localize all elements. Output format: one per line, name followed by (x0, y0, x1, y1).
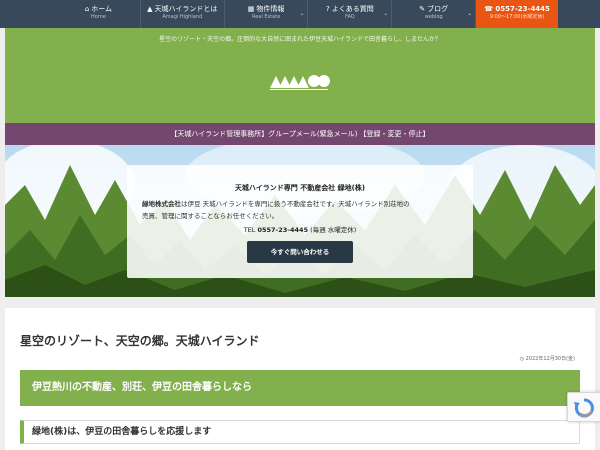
phone-icon: ☎ (484, 5, 493, 13)
nav-item-home-label-row: ⌂ ホーム (57, 0, 140, 14)
nav-item-blog-sub: weblog (424, 14, 443, 20)
company-card-desc-line2: 売買、管理に関することならお任せください。 (142, 212, 279, 220)
nav-item-faq[interactable]: ? よくある質問 FAQ ⌄ (308, 0, 393, 28)
company-desc-rest: は伊豆 天城ハイランドを専門に扱う不動産会社です。天城ハイランド別荘地の (181, 200, 410, 208)
group-mail-link[interactable]: 【天城ハイランド管理事務所】グループメール(緊急メール) 【登録・変更・停止】 (5, 123, 595, 145)
nav-item-real-estate-label-row: ▦ 物件情報 (225, 0, 308, 14)
nav-item-faq-label-row: ? よくある質問 (308, 0, 391, 14)
nav-phone-label-row: ☎ 0557-23-4445 (476, 0, 558, 14)
nav-item-faq-sub: FAQ (345, 14, 355, 20)
chevron-down-icon[interactable]: ⌄ (467, 10, 472, 17)
recaptcha-badge[interactable] (567, 392, 600, 422)
nav-item-home-sub: Home (91, 14, 106, 20)
top-navigation: ⌂ ホーム Home ▲ 天城ハイランドとは Amagi Highland ▦ 物件情… (0, 0, 600, 28)
nav-item-amagi-label: 天城ハイランドとは (154, 5, 218, 13)
hero-banner: 天城ハイランド専門 不動産会社 緑地(株) 緑地株式会社は伊豆 天城ハイランドを… (5, 145, 595, 297)
building-icon: ▦ (247, 5, 255, 13)
nav-item-real-estate-sub: Real Estate (251, 14, 281, 20)
nav-phone-hours: 9:00～17:00(水曜定休) (489, 14, 545, 20)
page-title: 星空のリゾート、天空の郷。天城ハイランド (20, 334, 260, 348)
nav-phone-number: 0557-23-4445 (495, 5, 550, 13)
company-card-title: 天城ハイランド専門 不動産会社 緑地(株) (234, 184, 366, 192)
company-card-desc-line1: 緑地株式会社は伊豆 天城ハイランドを専門に扱う不動産会社です。天城ハイランド別荘… (142, 199, 462, 209)
nav-item-real-estate[interactable]: ▦ 物件情報 Real Estate ⌄ (225, 0, 309, 28)
tel-number[interactable]: 0557-23-4445 (257, 226, 308, 234)
nav-item-real-estate-label: 物件情報 (256, 5, 285, 13)
nav-item-home[interactable]: ⌂ ホーム Home (57, 0, 141, 28)
company-card-tel: TEL 0557-23-4445 (毎週 水曜定休) (127, 224, 473, 234)
section-heading-green: 伊豆熱川の不動産、別荘、伊豆の田舎暮らしなら (20, 370, 580, 406)
chevron-down-icon[interactable]: ⌄ (299, 10, 304, 17)
chevron-down-icon[interactable]: ⌄ (383, 10, 388, 17)
tree-icon: ▲ (147, 5, 153, 13)
nav-item-blog[interactable]: ✎ ブログ weblog ⌄ (392, 0, 477, 28)
company-info-card: 天城ハイランド専門 不動産会社 緑地(株) 緑地株式会社は伊豆 天城ハイランドを… (127, 165, 473, 278)
section-subheading: 緑地(株)は、伊豆の田舎暮らしを応援します (20, 420, 580, 444)
nav-phone-button[interactable]: ☎ 0557-23-4445 9:00～17:00(水曜定休) (476, 0, 559, 28)
recaptcha-icon (574, 398, 594, 418)
nav-item-amagi-sub: Amagi Highland (162, 14, 203, 20)
nav-item-faq-label: よくある質問 (331, 5, 374, 13)
tel-prefix: TEL (243, 226, 256, 234)
site-logo[interactable] (268, 68, 338, 92)
announcement-bar: 【天城ハイランド管理事務所】グループメール(緊急メール) 【登録・変更・停止】 (5, 123, 595, 145)
question-icon: ? (326, 5, 330, 13)
nav-item-blog-label-row: ✎ ブログ (392, 0, 475, 14)
site-tagline: 星空のリゾート・天空の郷。圧倒的な大自然に囲まれた伊豆天城ハイランドで田舎暮らし… (159, 36, 441, 43)
nav-menu: ⌂ ホーム Home ▲ 天城ハイランドとは Amagi Highland ▦ 物件情… (57, 0, 559, 28)
nav-item-amagi-label-row: ▲ 天城ハイランドとは (141, 0, 224, 14)
nav-item-blog-label: ブログ (427, 5, 449, 13)
header-hero: 星空のリゾート・天空の郷。圧倒的な大自然に囲まれた伊豆天城ハイランドで田舎暮らし… (5, 28, 595, 123)
company-name: 緑地株式会社 (142, 200, 181, 208)
clock-icon: ◷ (519, 356, 525, 362)
main-content: 星空のリゾート、天空の郷。天城ハイランド ◷ 2022年12月30日(金) 伊豆… (5, 308, 595, 450)
contact-now-button[interactable]: 今すぐ問い合わせる (247, 241, 353, 263)
tel-note: (毎週 水曜定休) (310, 226, 357, 234)
post-date: ◷ 2022年12月30日(金) (520, 355, 575, 362)
nav-item-amagi-highland[interactable]: ▲ 天城ハイランドとは Amagi Highland (141, 0, 225, 28)
nav-item-home-label: ホーム (91, 5, 113, 13)
post-date-text: 2022年12月30日(金) (525, 356, 575, 362)
pencil-icon: ✎ (419, 5, 426, 13)
home-icon: ⌂ (84, 5, 90, 13)
